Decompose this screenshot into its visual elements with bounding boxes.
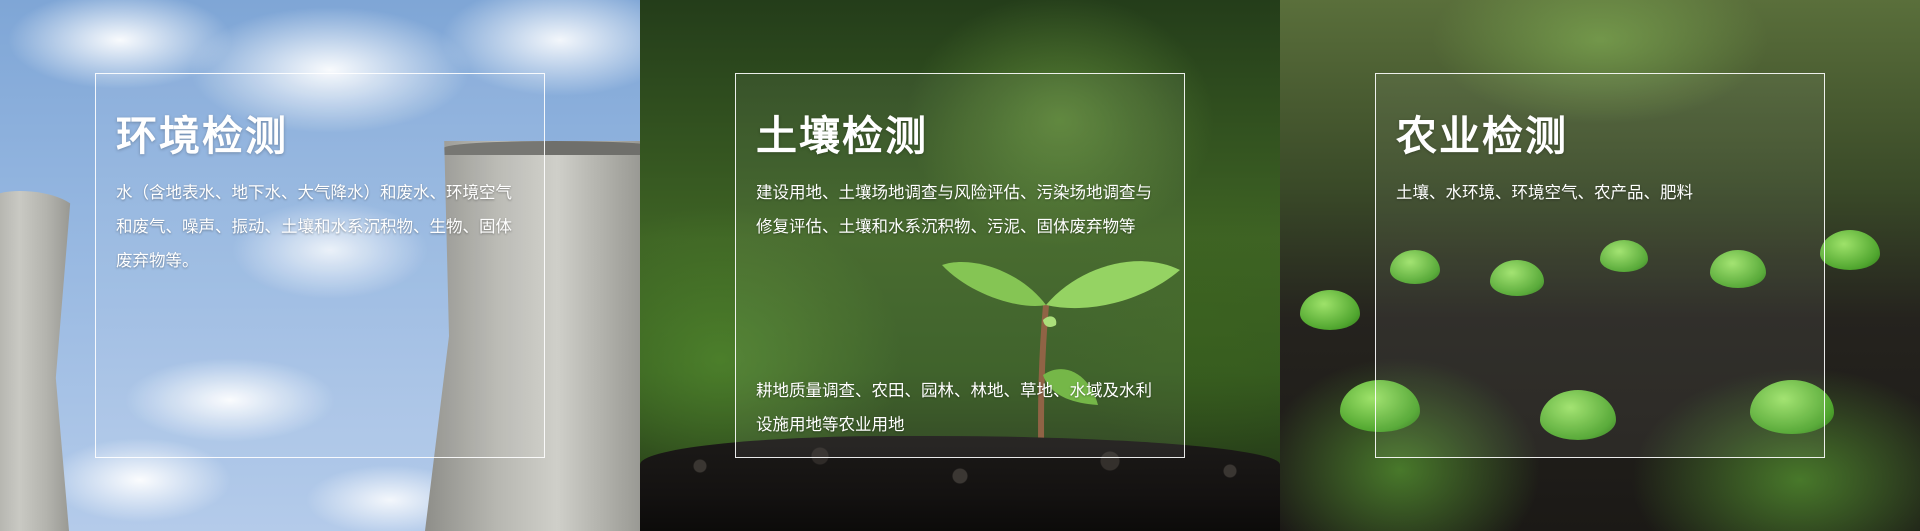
agriculture-testing-panel[interactable]: 农业检测 土壤、水环境、环境空气、农产品、肥料 xyxy=(1280,0,1920,531)
panel-title: 环境检测 xyxy=(116,112,288,160)
info-box: 农业检测 土壤、水环境、环境空气、农产品、肥料 xyxy=(1375,73,1825,458)
seedling-leaf xyxy=(1820,230,1880,270)
info-box: 土壤检测 建设用地、土壤场地调查与风险评估、污染场地调查与修复评估、土壤和水系沉… xyxy=(735,73,1185,458)
panel-description: 土壤、水环境、环境空气、农产品、肥料 xyxy=(1396,183,1693,202)
panel-title: 农业检测 xyxy=(1396,112,1568,160)
panel-description: 建设用地、土壤场地调查与风险评估、污染场地调查与修复评估、土壤和水系沉积物、污泥… xyxy=(756,183,1152,236)
seedling-leaf xyxy=(1300,290,1360,330)
soil-testing-panel[interactable]: 土壤检测 建设用地、土壤场地调查与风险评估、污染场地调查与修复评估、土壤和水系沉… xyxy=(640,0,1280,531)
info-box: 环境检测 水（含地表水、地下水、大气降水）和废水、环境空气和废气、噪声、振动、土… xyxy=(95,73,545,458)
service-strip: 环境检测 水（含地表水、地下水、大气降水）和废水、环境空气和废气、噪声、振动、土… xyxy=(0,0,1920,531)
environment-testing-panel[interactable]: 环境检测 水（含地表水、地下水、大气降水）和废水、环境空气和废气、噪声、振动、土… xyxy=(0,0,640,531)
panel-description-secondary: 耕地质量调查、农田、园林、林地、草地、水域及水利设施用地等农业用地 xyxy=(756,381,1152,434)
panel-title: 土壤检测 xyxy=(756,112,928,160)
panel-description: 水（含地表水、地下水、大气降水）和废水、环境空气和废气、噪声、振动、土壤和水系沉… xyxy=(116,183,512,270)
